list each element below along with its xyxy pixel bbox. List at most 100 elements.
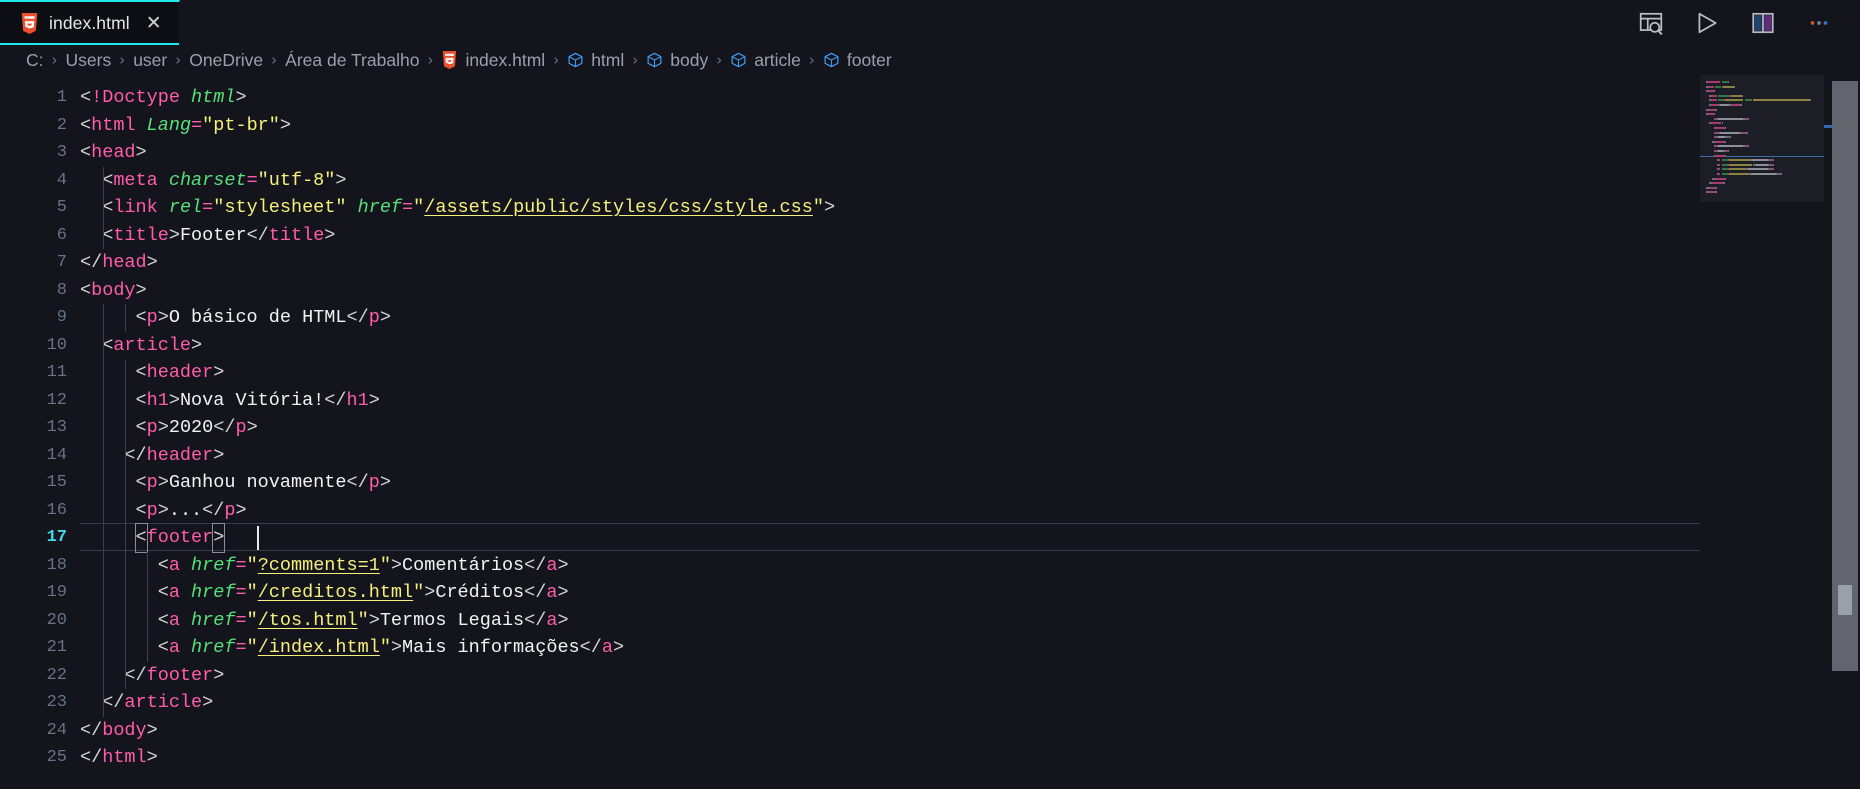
- minimap-line-segment: [1732, 104, 1741, 106]
- breadcrumb-item-index-html[interactable]: index.html: [441, 50, 545, 71]
- code-line-22[interactable]: </footer>: [80, 662, 1700, 690]
- minimap-line-segment: [1729, 136, 1731, 139]
- scrollbar-thumb[interactable]: [1832, 81, 1858, 671]
- open-preview-icon[interactable]: [1638, 10, 1664, 36]
- code-token: a: [168, 554, 180, 576]
- code-token: a: [168, 609, 180, 631]
- code-line-9[interactable]: <p>O básico de HTML</p>: [80, 304, 1700, 332]
- breadcrumb-item-user[interactable]: user: [133, 50, 167, 71]
- code-token: >: [379, 472, 391, 493]
- minimap-line-segment: [1715, 140, 1725, 143]
- code-token: >: [157, 307, 169, 328]
- close-icon[interactable]: ✕: [146, 14, 162, 33]
- indent-guide: [103, 414, 105, 442]
- code-line-15[interactable]: <p>Ganhou novamente</p>: [80, 469, 1700, 497]
- breadcrumb-item-body[interactable]: body: [646, 50, 708, 71]
- code-token: >: [213, 664, 225, 686]
- minimap-line-segment: [1750, 173, 1776, 175]
- code-line-4[interactable]: <meta charset="utf-8">: [80, 167, 1700, 195]
- editor-tab-bar: index.html ✕: [0, 0, 1860, 45]
- editor-scrollbar[interactable]: [1824, 75, 1860, 789]
- scrollbar-notch: [1838, 585, 1852, 615]
- line-number-24: 24: [46, 720, 67, 740]
- breadcrumb-item-rea-de-trabalho[interactable]: Área de Trabalho: [285, 50, 419, 71]
- code-line-13[interactable]: <p>2020</p>: [80, 414, 1700, 442]
- minimap-line-segment: [1710, 122, 1722, 125]
- code-token: >: [135, 279, 147, 301]
- code-token: header: [146, 362, 214, 383]
- breadcrumb-item-c[interactable]: C:: [26, 50, 44, 71]
- breadcrumb-item-users[interactable]: Users: [66, 50, 112, 71]
- breadcrumb-item-html[interactable]: html: [567, 50, 624, 71]
- code-line-24[interactable]: </body>: [80, 717, 1700, 745]
- code-token: >: [613, 637, 625, 658]
- code-line-23[interactable]: </article>: [80, 689, 1700, 717]
- code-line-14[interactable]: </header>: [80, 442, 1700, 470]
- code-token: =: [235, 582, 247, 603]
- code-token: href: [191, 637, 236, 658]
- code-content[interactable]: <!Doctype html> <html Lang="pt-br"> <head>…: [80, 75, 1700, 789]
- code-line-21[interactable]: <a href="/index.html">Mais informações</…: [80, 634, 1700, 662]
- minimap-line-segment: [1747, 117, 1750, 120]
- code-line-3[interactable]: <head>: [80, 139, 1700, 167]
- code-line-12[interactable]: <h1>Nova Vitória!</h1>: [80, 387, 1700, 415]
- minimap[interactable]: [1700, 75, 1824, 789]
- minimap-line-segment: [1730, 173, 1748, 175]
- code-token: </: [213, 417, 236, 438]
- line-number-4: 4: [56, 170, 67, 190]
- code-line-11[interactable]: <header>: [80, 359, 1700, 387]
- code-line-20[interactable]: <a href="/tos.html">Termos Legais</a>: [80, 607, 1700, 635]
- code-line-16[interactable]: <p>...</p>: [80, 497, 1700, 525]
- minimap-line-segment: [1707, 81, 1720, 83]
- code-token: ": [812, 197, 824, 218]
- breadcrumb-item-label: Área de Trabalho: [285, 49, 420, 70]
- indent-guide: [147, 606, 149, 634]
- code-token: footer: [146, 664, 214, 686]
- run-icon[interactable]: [1694, 10, 1720, 36]
- code-token: html: [91, 114, 136, 136]
- indent-guide: [103, 496, 105, 524]
- code-line-19[interactable]: <a href="/creditos.html">Créditos</a>: [80, 579, 1700, 607]
- editor-tab-label: index.html: [49, 13, 130, 33]
- code-token: </: [524, 609, 547, 631]
- indent-guide: [125, 359, 127, 387]
- line-number-15: 15: [46, 473, 67, 492]
- indent-guide: [103, 441, 105, 469]
- code-token: href: [191, 609, 236, 631]
- breadcrumb-separator: ›: [119, 51, 126, 69]
- indent-guide: [103, 524, 105, 552]
- code-token: Ganhou novamente: [168, 472, 347, 493]
- minimap-line-segment: [1718, 173, 1720, 175]
- code-line-8[interactable]: <body>: [80, 277, 1700, 305]
- code-token: a: [168, 582, 180, 603]
- minimap-line-segment: [1713, 90, 1716, 93]
- editor-tab-index-html[interactable]: index.html ✕: [0, 0, 180, 45]
- code-token: a: [546, 554, 558, 576]
- breadcrumb-separator: ›: [808, 51, 815, 69]
- code-line-17[interactable]: <footer>: [80, 523, 1700, 553]
- breadcrumb-item-article[interactable]: article: [730, 50, 801, 71]
- more-actions-icon[interactable]: [1806, 10, 1832, 36]
- code-token: <: [80, 307, 147, 328]
- minimap-line-segment: [1715, 186, 1717, 189]
- code-line-2[interactable]: <html Lang="pt-br">: [80, 112, 1700, 140]
- code-line-10[interactable]: <article>: [80, 332, 1700, 360]
- code-editor[interactable]: 1 2 3 4 5 6 7 8 9 10 11 12 13 14 15 16 17 18 19 20 21 22 23 24 2…: [0, 75, 1860, 789]
- breadcrumb-item-footer[interactable]: footer: [823, 50, 892, 71]
- code-line-1[interactable]: <!Doctype html>: [80, 84, 1700, 112]
- breadcrumb-item-onedrive[interactable]: OneDrive: [189, 50, 263, 71]
- code-line-25[interactable]: </html>: [80, 744, 1700, 772]
- code-line-6[interactable]: <title>Footer</title>: [80, 222, 1700, 250]
- code-token: !Doctype: [91, 87, 180, 108]
- code-line-18[interactable]: <a href="?comments=1">Comentários</a>: [80, 552, 1700, 580]
- code-token: >: [279, 114, 291, 136]
- code-line-7[interactable]: </head>: [80, 249, 1700, 277]
- code-line-5[interactable]: <link rel="stylesheet" href="/assets/pub…: [80, 194, 1700, 222]
- split-editor-icon[interactable]: [1750, 10, 1776, 36]
- line-number-19: 19: [46, 583, 67, 602]
- code-token: /creditos.html: [257, 582, 414, 603]
- code-token: /tos.html: [257, 609, 358, 631]
- line-number-8: 8: [56, 280, 67, 300]
- code-token: p: [368, 307, 380, 328]
